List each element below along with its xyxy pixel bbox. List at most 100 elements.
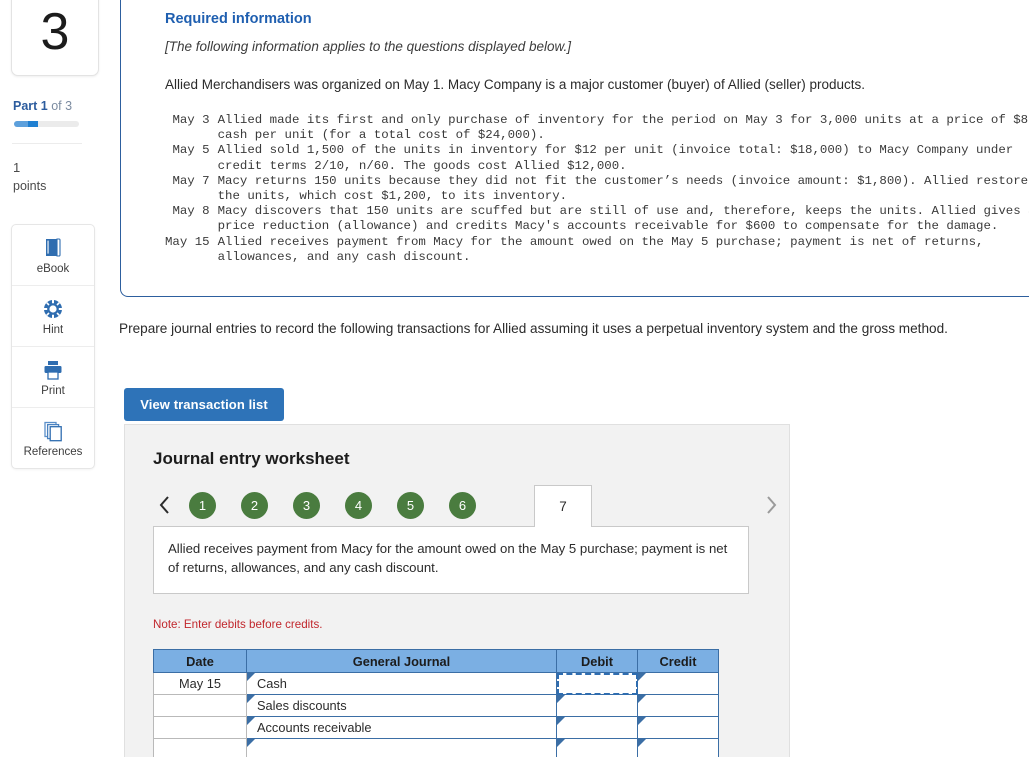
dropdown-marker-icon xyxy=(557,695,565,703)
dropdown-marker-icon xyxy=(638,673,646,681)
next-entry-chevron-icon[interactable] xyxy=(761,493,781,517)
part-progress-label: Part 1 of 3 xyxy=(13,99,72,113)
transaction-date: May 7 xyxy=(172,173,210,188)
dropdown-marker-icon xyxy=(638,717,646,725)
sidebar-item-label: References xyxy=(23,445,83,458)
journal-credit-cell[interactable] xyxy=(637,672,719,695)
sidebar-item-print[interactable]: Print xyxy=(12,347,94,408)
table-row: Accounts receivable xyxy=(153,716,719,739)
transaction-line: the units, which cost $1,200, to its inv… xyxy=(165,189,1029,204)
dropdown-marker-icon xyxy=(638,739,646,747)
debits-before-credits-note: Note: Enter debits before credits. xyxy=(153,618,323,631)
transaction-date xyxy=(165,219,218,234)
life-ring-icon xyxy=(41,297,65,321)
transaction-line: credit terms 2/10, n/60. The goods cost … xyxy=(165,159,1029,174)
transaction-date xyxy=(165,159,218,174)
transaction-line: May 5 Allied sold 1,500 of the units in i… xyxy=(165,143,1029,158)
journal-entry-table: Date General Journal Debit Credit May 15… xyxy=(153,649,719,757)
book-icon xyxy=(41,236,65,260)
journal-debit-cell[interactable] xyxy=(556,738,638,757)
sidebar-item-ebook[interactable]: eBook xyxy=(12,225,94,286)
transaction-line: May 8 Macy discovers that 150 units are s… xyxy=(165,204,1029,219)
required-information-panel: Required information [The following info… xyxy=(120,0,1029,297)
prev-entry-chevron-icon[interactable] xyxy=(155,493,175,517)
sidebar-item-label: eBook xyxy=(36,262,70,275)
journal-credit-cell[interactable] xyxy=(637,716,719,739)
journal-account-text: Sales discounts xyxy=(257,698,347,713)
required-information-title: Required information xyxy=(165,11,312,27)
tab-entry-1[interactable]: 1 xyxy=(189,492,216,519)
transaction-line: allowances, and any cash discount. xyxy=(165,250,1029,265)
transaction-line: cash per unit (for a total cost of $24,0… xyxy=(165,128,1029,143)
journal-debit-cell[interactable] xyxy=(556,694,638,717)
transaction-text: Macy discovers that 150 units are scuffe… xyxy=(217,204,1029,219)
journal-credit-cell[interactable] xyxy=(637,738,719,757)
worksheet-title: Journal entry worksheet xyxy=(153,449,350,468)
transaction-text: Macy returns 150 units because they did … xyxy=(217,173,1029,188)
tab-entry-2[interactable]: 2 xyxy=(241,492,268,519)
left-sidebar: 3 Part 1 of 3 1 points eBook Hint Print … xyxy=(0,0,110,757)
journal-account-text: Accounts receivable xyxy=(257,720,372,735)
transaction-text: credit terms 2/10, n/60. The goods cost … xyxy=(217,158,627,173)
table-row: May 15 Cash xyxy=(153,672,719,695)
transaction-text: cash per unit (for a total cost of $24,0… xyxy=(217,128,545,143)
journal-date-cell[interactable]: May 15 xyxy=(153,672,247,695)
transaction-date xyxy=(165,250,218,265)
sidebar-item-label: Hint xyxy=(42,323,64,336)
sidebar-item-hint[interactable]: Hint xyxy=(12,286,94,347)
column-header-general-journal: General Journal xyxy=(246,649,557,673)
column-header-credit: Credit xyxy=(637,649,719,673)
column-header-debit: Debit xyxy=(556,649,638,673)
sidebar-item-label: Print xyxy=(41,384,65,397)
applies-note: [The following information applies to th… xyxy=(165,39,571,54)
tab-entry-3[interactable]: 3 xyxy=(293,492,320,519)
journal-account-cell[interactable]: Sales discounts xyxy=(246,694,557,717)
journal-account-text: Cash xyxy=(257,676,287,691)
question-page: 3 Part 1 of 3 1 points eBook Hint Print … xyxy=(0,0,1029,757)
points-value: 1 xyxy=(13,160,21,175)
part-label-total: of 3 xyxy=(47,99,73,113)
points-label: points xyxy=(13,179,47,193)
progress-segment-1 xyxy=(14,121,28,127)
part-progress-bar xyxy=(14,121,79,127)
journal-account-cell[interactable]: Accounts receivable xyxy=(246,716,557,739)
transaction-date xyxy=(165,128,218,143)
transaction-line: May 15 Allied receives payment from Macy … xyxy=(165,235,1029,250)
view-transaction-list-button[interactable]: View transaction list xyxy=(124,388,284,421)
table-row xyxy=(153,738,719,757)
journal-credit-cell[interactable] xyxy=(637,694,719,717)
dropdown-marker-icon xyxy=(557,739,565,747)
column-header-date: Date xyxy=(153,649,247,673)
tab-entry-4[interactable]: 4 xyxy=(345,492,372,519)
sidebar-divider xyxy=(12,143,82,144)
tool-stack: eBook Hint Print References xyxy=(11,224,95,469)
transaction-date xyxy=(165,189,218,204)
journal-debit-cell[interactable] xyxy=(556,672,638,695)
progress-segment-2 xyxy=(28,121,38,127)
journal-debit-cell[interactable] xyxy=(556,716,638,739)
transaction-text: Allied made its first and only purchase … xyxy=(217,113,1029,127)
tab-entry-5[interactable]: 5 xyxy=(397,492,424,519)
journal-date-cell[interactable] xyxy=(153,694,247,717)
transaction-text: price reduction (allowance) and credits … xyxy=(217,219,999,234)
tab-entry-6[interactable]: 6 xyxy=(449,492,476,519)
transaction-line: May 7 Macy returns 150 units because they… xyxy=(165,174,1029,189)
transaction-text: Allied receives payment from Macy for th… xyxy=(217,234,984,249)
journal-account-cell[interactable]: Cash xyxy=(246,672,557,695)
transaction-detail-table: May 3 Allied made its first and only purc… xyxy=(165,113,1029,265)
question-prompt: Prepare journal entries to record the fo… xyxy=(119,321,948,336)
copy-stack-icon xyxy=(41,419,65,443)
journal-date-cell[interactable] xyxy=(153,738,247,757)
transaction-date: May 15 xyxy=(165,234,210,249)
question-number: 3 xyxy=(40,3,70,61)
worksheet-tabs: 123456 7 xyxy=(151,483,791,527)
transaction-date: May 5 xyxy=(172,143,210,158)
journal-entry-worksheet-card: Journal entry worksheet 123456 7 Allied … xyxy=(124,424,790,757)
dropdown-marker-icon xyxy=(247,739,255,747)
tab-entry-7[interactable]: 7 xyxy=(534,485,592,527)
journal-date-cell[interactable] xyxy=(153,716,247,739)
journal-account-cell[interactable] xyxy=(246,738,557,757)
transaction-text: allowances, and any cash discount. xyxy=(217,249,471,264)
transaction-date: May 8 xyxy=(172,204,210,219)
sidebar-item-references[interactable]: References xyxy=(12,408,94,468)
